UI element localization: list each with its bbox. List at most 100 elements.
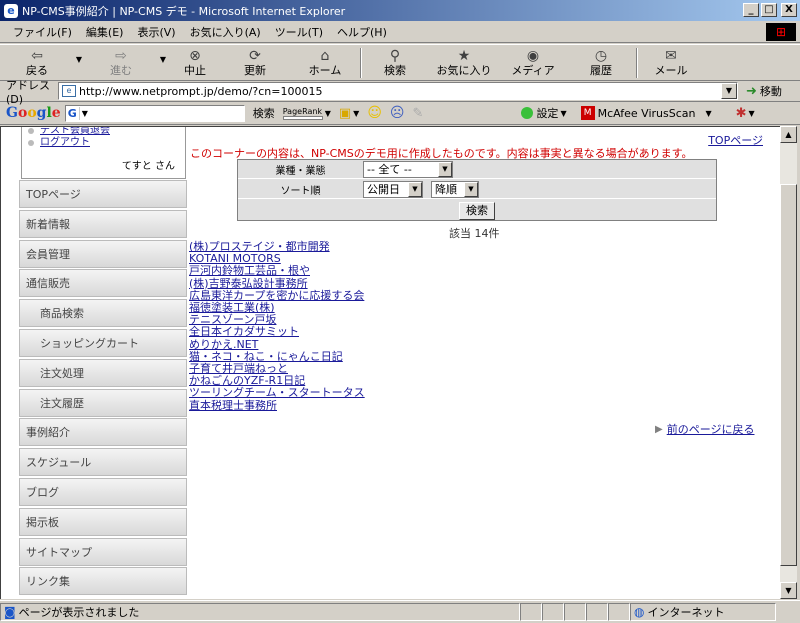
media-icon: ◉ bbox=[526, 48, 540, 64]
maximize-button[interactable]: □ bbox=[761, 3, 777, 17]
sidebar-item[interactable]: ブログ bbox=[19, 478, 187, 506]
search-button[interactable]: ⚲ 検索 bbox=[362, 45, 428, 81]
google-dropdown-icon[interactable]: ▼ bbox=[82, 109, 88, 118]
stop-button[interactable]: ⊗ 中止 bbox=[170, 45, 220, 81]
menu-help[interactable]: ヘルプ(H) bbox=[330, 24, 394, 40]
settings-dropdown-icon[interactable]: ▼ bbox=[560, 109, 566, 118]
standard-toolbar: ⇦ 戻る ▼ ⇨ 進む ▼ ⊗ 中止 ⟳ 更新 ⌂ ホーム ⚲ 検索 ★ お気に… bbox=[0, 44, 800, 81]
filter-search-button[interactable]: 検索 bbox=[459, 202, 495, 220]
status-cell bbox=[564, 603, 586, 621]
sidebar-item[interactable]: ショッピングカート bbox=[19, 329, 187, 357]
address-url[interactable]: http://www.netprompt.jp/demo/?cn=100015 bbox=[79, 85, 721, 98]
search-icon: ⚲ bbox=[389, 48, 401, 64]
menu-bar: ファイル(F) 編集(E) 表示(V) お気に入り(A) ツール(T) ヘルプ(… bbox=[0, 21, 800, 43]
menu-edit[interactable]: 編集(E) bbox=[79, 24, 131, 40]
sidebar-item[interactable]: 会員管理 bbox=[19, 239, 187, 268]
sidebar-item[interactable]: 注文処理 bbox=[19, 358, 187, 387]
pagerank-dropdown-icon[interactable]: ▼ bbox=[325, 109, 331, 118]
extra-tool-dropdown-icon[interactable]: ▼ bbox=[749, 109, 755, 118]
sidebar-item[interactable]: リンク集 bbox=[19, 567, 187, 596]
sidebar-item[interactable]: 事例紹介 bbox=[19, 418, 187, 447]
go-button[interactable]: ➜ 移動 bbox=[746, 83, 782, 99]
menu-favorites[interactable]: お気に入り(A) bbox=[183, 24, 268, 40]
result-link[interactable]: 直本税理士事務所 bbox=[189, 399, 365, 412]
settings-button[interactable]: 設定 ▼ bbox=[521, 105, 567, 121]
favorites-button[interactable]: ★ お気に入り bbox=[428, 45, 500, 81]
google-logo[interactable]: Google bbox=[6, 105, 61, 121]
mail-button[interactable]: ✉ メール bbox=[638, 45, 704, 81]
mcafee-button[interactable]: M McAfee VirusScan ▼ bbox=[580, 106, 712, 120]
google-search-button[interactable]: 検索 bbox=[253, 105, 275, 121]
sidebar-item[interactable]: スケジュール bbox=[19, 448, 187, 477]
address-input[interactable]: e http://www.netprompt.jp/demo/?cn=10001… bbox=[58, 82, 738, 100]
google-g-icon[interactable]: G bbox=[66, 106, 80, 120]
folder-button[interactable]: ▣ ▼ bbox=[339, 106, 359, 121]
status-bar: ◙ ページが表示されました ◍ インターネット bbox=[0, 600, 800, 623]
filter-row-industry: 業種・業態 -- 全て -- ▼ bbox=[238, 160, 716, 179]
smiley-sad-icon[interactable]: ☹ bbox=[390, 105, 405, 121]
triangle-right-icon: ▶ bbox=[655, 423, 663, 435]
result-link[interactable]: (株)吉野泰弘設計事務所 bbox=[189, 277, 365, 290]
sidebar-item[interactable]: TOPページ bbox=[19, 180, 187, 208]
refresh-icon: ⟳ bbox=[249, 48, 261, 64]
mcafee-dropdown-icon[interactable]: ▼ bbox=[705, 109, 711, 118]
google-search-input[interactable]: G ▼ bbox=[64, 104, 245, 122]
order-select[interactable]: 降順 ▼ bbox=[431, 180, 479, 198]
sidebar-item[interactable]: サイトマップ bbox=[19, 537, 187, 566]
address-bar: アドレス(D) e http://www.netprompt.jp/demo/?… bbox=[0, 79, 800, 106]
page-done-icon: ◙ bbox=[4, 605, 16, 619]
menu-view[interactable]: 表示(V) bbox=[130, 24, 182, 40]
refresh-button[interactable]: ⟳ 更新 bbox=[220, 45, 290, 81]
filter-form: 業種・業態 -- 全て -- ▼ ソート順 公開日 ▼ 降順 ▼ 検索 bbox=[237, 159, 717, 221]
chevron-down-icon[interactable]: ▼ bbox=[464, 181, 478, 197]
sidebar-item[interactable]: 掲示板 bbox=[19, 507, 187, 536]
user-name: てすと さん bbox=[121, 161, 175, 172]
user-link-logout[interactable]: ログアウト bbox=[28, 137, 185, 149]
back-dropdown-icon[interactable]: ▼ bbox=[72, 55, 86, 64]
chevron-down-icon[interactable]: ▼ bbox=[408, 181, 422, 197]
vertical-scrollbar[interactable]: ▲ ▼ bbox=[780, 126, 797, 599]
sidebar-item[interactable]: 商品検索 bbox=[19, 299, 187, 328]
industry-select[interactable]: -- 全て -- ▼ bbox=[363, 160, 453, 178]
result-link[interactable]: 戸河内鈴物工芸品・根や bbox=[189, 265, 365, 277]
status-cell bbox=[520, 603, 542, 621]
result-link[interactable]: ツーリングチーム・スタートータス bbox=[189, 387, 365, 399]
forward-button[interactable]: ⇨ 進む bbox=[86, 45, 156, 81]
back-arrow-icon: ⇦ bbox=[31, 48, 43, 64]
top-page-link[interactable]: TOPページ bbox=[708, 132, 763, 148]
result-link[interactable]: 全日本イカダサミット bbox=[189, 326, 365, 338]
address-dropdown-icon[interactable]: ▼ bbox=[721, 83, 737, 99]
chevron-down-icon[interactable]: ▼ bbox=[438, 161, 452, 177]
scroll-down-icon[interactable]: ▼ bbox=[780, 582, 797, 599]
extra-tool-button[interactable]: ✱ ▼ bbox=[736, 106, 755, 121]
history-button[interactable]: ◷ 履歴 bbox=[566, 45, 636, 81]
history-icon: ◷ bbox=[594, 48, 608, 64]
user-box: テスト会員退会 ログアウト てすと さん bbox=[21, 127, 186, 179]
media-button[interactable]: ◉ メディア bbox=[500, 45, 566, 81]
bullet-icon bbox=[28, 140, 34, 146]
status-cell bbox=[608, 603, 630, 621]
paperclip-icon[interactable]: ✎ bbox=[413, 106, 424, 121]
menu-tools[interactable]: ツール(T) bbox=[268, 24, 330, 40]
result-count: 該当 14件 bbox=[449, 227, 500, 240]
menu-file[interactable]: ファイル(F) bbox=[6, 24, 79, 40]
result-link[interactable]: めりかえ.NET bbox=[189, 338, 365, 351]
forward-dropdown-icon[interactable]: ▼ bbox=[156, 55, 170, 64]
minimize-button[interactable]: _ bbox=[743, 3, 759, 17]
settings-status-icon bbox=[521, 107, 534, 119]
pagerank-meter[interactable]: PageRank ▼ bbox=[282, 107, 331, 120]
close-button[interactable]: X bbox=[781, 3, 797, 17]
user-link-withdraw[interactable]: テスト会員退会 bbox=[28, 127, 185, 137]
home-button[interactable]: ⌂ ホーム bbox=[290, 45, 360, 81]
sort-select[interactable]: 公開日 ▼ bbox=[363, 180, 423, 198]
stop-icon: ⊗ bbox=[189, 48, 201, 64]
sidebar-item[interactable]: 新着情報 bbox=[19, 209, 187, 238]
scroll-thumb[interactable] bbox=[780, 184, 797, 566]
smiley-happy-icon[interactable]: ☺ bbox=[367, 105, 382, 121]
sidebar-item[interactable]: 通信販売 bbox=[19, 269, 187, 298]
folder-dropdown-icon[interactable]: ▼ bbox=[353, 109, 359, 118]
folder-icon: ▣ bbox=[338, 105, 352, 121]
back-link[interactable]: ▶ 前のページに戻る bbox=[655, 421, 754, 437]
scroll-up-icon[interactable]: ▲ bbox=[780, 126, 797, 143]
sidebar-item[interactable]: 注文履歴 bbox=[19, 388, 187, 417]
